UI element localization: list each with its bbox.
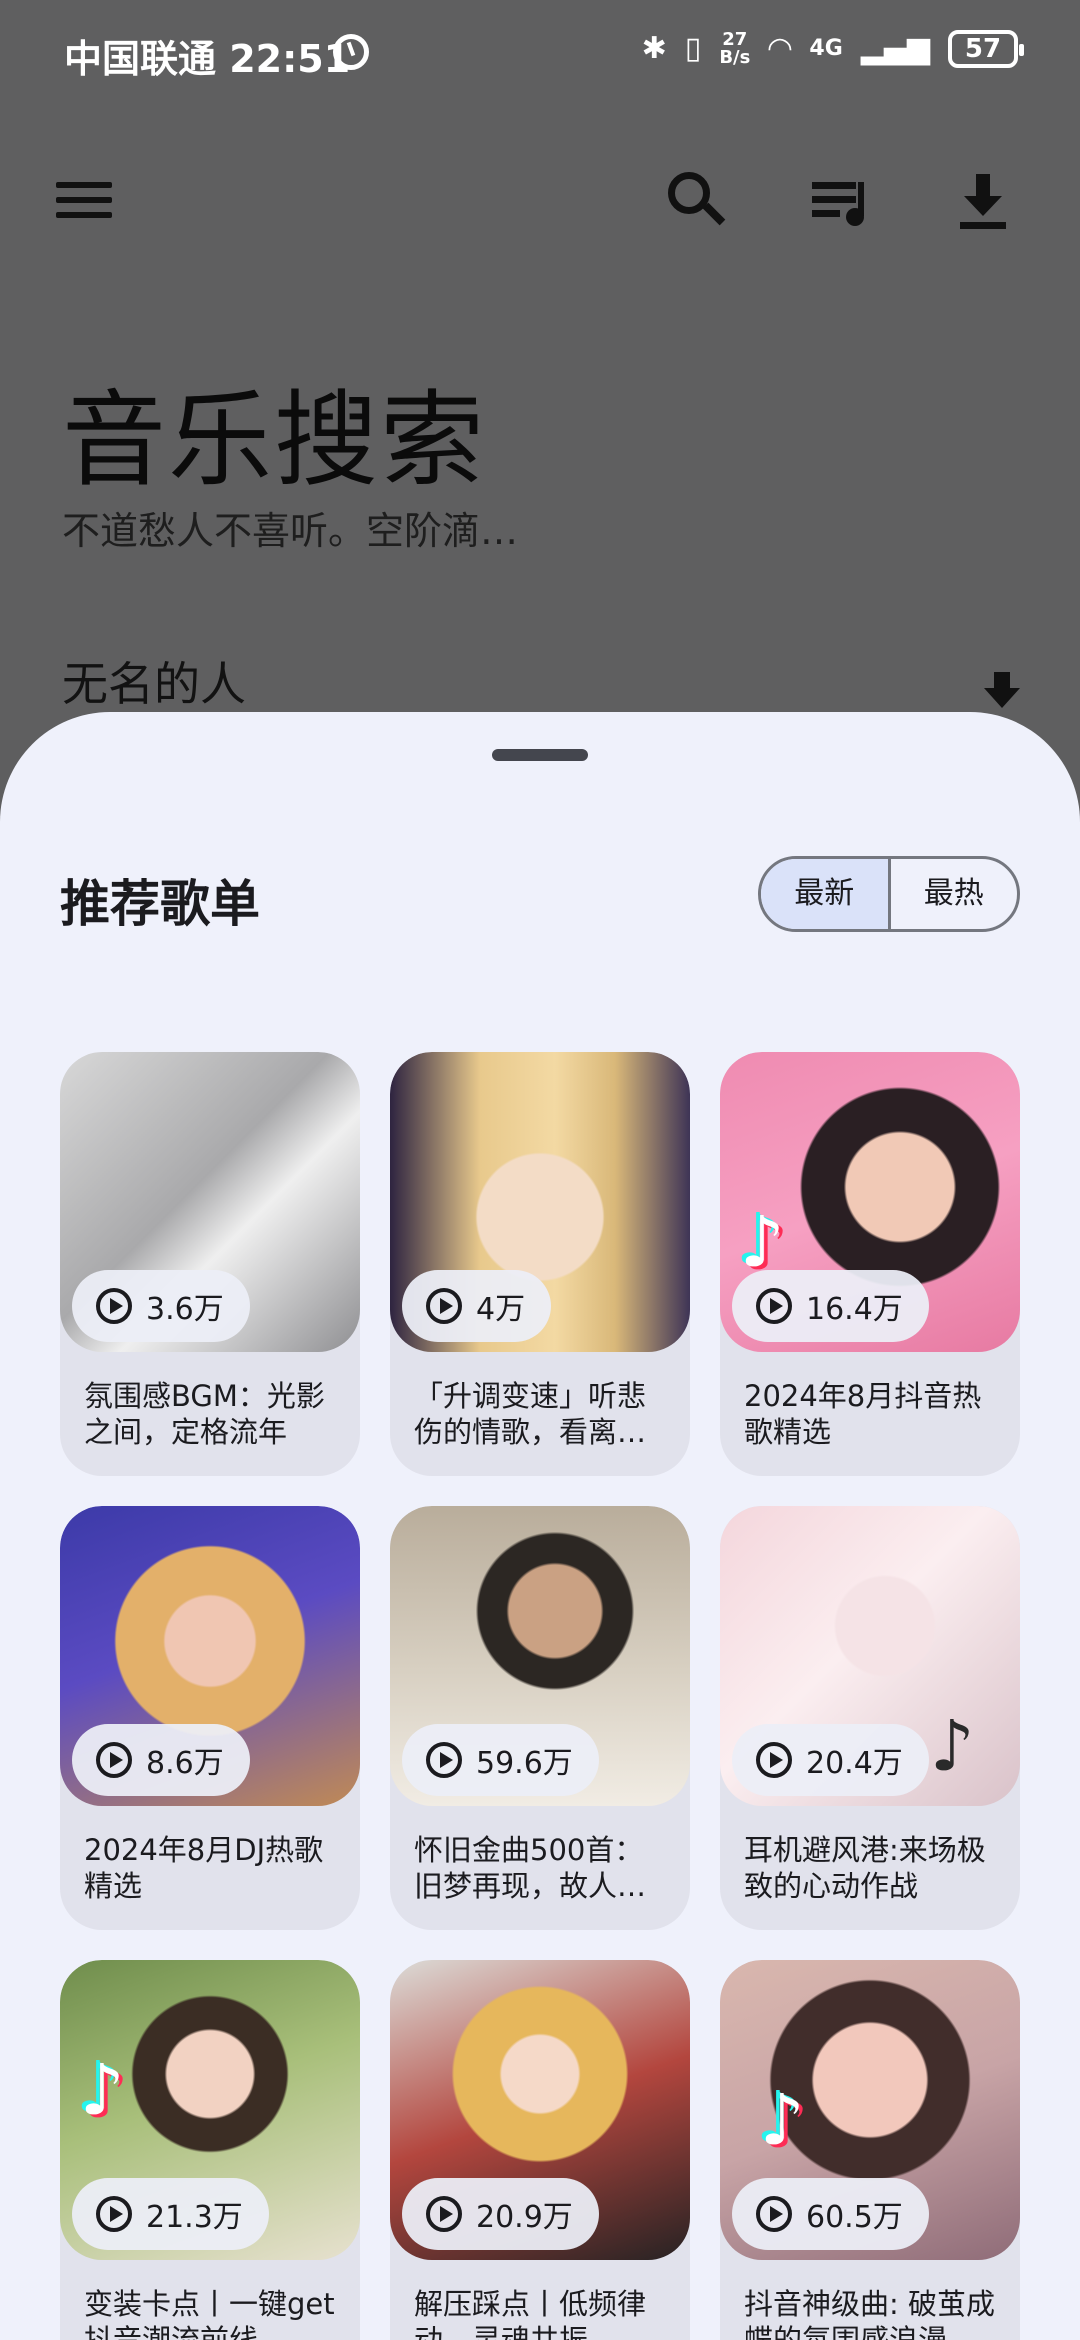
playlist-cover: 59.6万 — [390, 1506, 690, 1806]
sheet-title: 推荐歌单 — [60, 875, 260, 933]
playlist-cover: ♪ 20.4万 — [720, 1506, 1020, 1806]
play-count-badge: 59.6万 — [402, 1724, 599, 1796]
playlist-card[interactable]: 4万 「升调变速」听悲伤的情歌，看离… — [390, 1052, 690, 1476]
queue-music-icon[interactable] — [812, 178, 872, 228]
signal-label: 4G — [809, 36, 843, 61]
search-icon[interactable] — [668, 172, 726, 230]
playlist-title: 2024年8月DJ热歌精选 — [84, 1833, 324, 1903]
bluetooth-icon: ✱ — [641, 31, 667, 66]
play-circle-icon — [96, 1288, 132, 1324]
play-circle-icon — [426, 2196, 462, 2232]
playlist-card[interactable]: 3.6万 氛围感BGM：光影之间，定格流年 — [60, 1052, 360, 1476]
play-circle-icon — [426, 1288, 462, 1324]
signal-icon: ▂▄▆ — [860, 31, 930, 66]
battery-icon: 57 — [948, 30, 1024, 68]
playlist-card[interactable]: ♪ 60.5万 抖音神级曲: 破茧成蝶的氛围感浪漫 — [720, 1960, 1020, 2340]
play-count: 60.5万 — [806, 2200, 903, 2235]
playlist-cover: ♪ 60.5万 — [720, 1960, 1020, 2260]
play-circle-icon — [756, 1742, 792, 1778]
playlist-title: 变装卡点丨一键get抖音潮流前线 — [84, 2287, 335, 2340]
sort-segmented-control: 最新 最热 — [758, 856, 1020, 932]
play-circle-icon — [426, 1742, 462, 1778]
playlist-card[interactable]: ♪ 20.4万 耳机避风港:来场极致的心动作战 — [720, 1506, 1020, 1930]
recommend-sheet: 推荐歌单 最新 最热 3.6万 氛围感BGM：光影之间，定格流年 4万 「升调变… — [0, 712, 1080, 2340]
play-count-badge: 3.6万 — [72, 1270, 250, 1342]
playlist-cover: 4万 — [390, 1052, 690, 1352]
playlist-title: 怀旧金曲500首：旧梦再现，故人… — [414, 1833, 647, 1903]
playlist-card[interactable]: 8.6万 2024年8月DJ热歌精选 — [60, 1506, 360, 1930]
status-right: ✱ ▯ 27 B/s ◠ 4G ▂▄▆ 57 — [641, 30, 1024, 68]
play-count-badge: 16.4万 — [732, 1270, 929, 1342]
tiktok-logo-icon: ♪ — [930, 1705, 975, 1787]
play-count: 20.4万 — [806, 1746, 903, 1781]
playlist-cover: ♪ 21.3万 — [60, 1960, 360, 2260]
lyric-subtitle: 不道愁人不喜听。空阶滴… — [62, 509, 519, 553]
play-count: 3.6万 — [146, 1292, 224, 1327]
tiktok-logo-icon: ♪ — [80, 2049, 125, 2131]
download-icon[interactable] — [958, 172, 1008, 230]
playlist-card[interactable]: ♪ 16.4万 2024年8月抖音热歌精选 — [720, 1052, 1020, 1476]
playlist-title: 耳机避风港:来场极致的心动作战 — [744, 1833, 986, 1903]
play-count-badge: 4万 — [402, 1270, 552, 1342]
playlist-card[interactable]: ♪ 21.3万 变装卡点丨一键get抖音潮流前线 — [60, 1960, 360, 2340]
play-count: 21.3万 — [146, 2200, 243, 2235]
page-title: 音乐搜索 — [62, 379, 487, 501]
playlist-title: 2024年8月抖音热歌精选 — [744, 1379, 982, 1449]
playlist-title: 「升调变速」听悲伤的情歌，看离… — [414, 1379, 647, 1449]
play-circle-icon — [96, 2196, 132, 2232]
playlist-card[interactable]: 59.6万 怀旧金曲500首：旧梦再现，故人… — [390, 1506, 690, 1930]
play-count-badge: 21.3万 — [72, 2178, 269, 2250]
vibrate-icon: ▯ — [684, 31, 702, 66]
current-song-name[interactable]: 无名的人 — [62, 648, 246, 714]
playlist-cover: 8.6万 — [60, 1506, 360, 1806]
wifi-icon: ◠ — [768, 31, 792, 66]
top-app-bar — [0, 160, 1080, 240]
play-count-badge: 20.9万 — [402, 2178, 599, 2250]
play-count-badge: 20.4万 — [732, 1724, 929, 1796]
playlist-cover: 3.6万 — [60, 1052, 360, 1352]
play-count: 16.4万 — [806, 1292, 903, 1327]
menu-icon[interactable] — [56, 182, 112, 218]
play-circle-icon — [756, 1288, 792, 1324]
playlist-title: 抖音神级曲: 破茧成蝶的氛围感浪漫 — [744, 2287, 995, 2340]
play-circle-icon — [756, 2196, 792, 2232]
sort-tab-hottest[interactable]: 最热 — [891, 859, 1018, 929]
play-count: 20.9万 — [476, 2200, 573, 2235]
carrier-time: 中国联通 22:51 — [64, 37, 351, 81]
playlist-cover: 20.9万 — [390, 1960, 690, 2260]
tiktok-logo-icon: ♪ — [760, 2079, 805, 2161]
play-count: 4万 — [476, 1292, 526, 1327]
playlist-card[interactable]: 20.9万 解压踩点丨低频律动，灵魂共振 — [390, 1960, 690, 2340]
alarm-icon — [333, 34, 369, 70]
net-speed: 27 B/s — [719, 31, 750, 67]
net-speed-unit: B/s — [719, 47, 751, 68]
background-page: 中国联通 22:51 ✱ ▯ 27 B/s ◠ 4G ▂▄▆ 57 音乐搜索 不… — [0, 0, 1080, 740]
status-bar: 中国联通 22:51 ✱ ▯ 27 B/s ◠ 4G ▂▄▆ 57 — [0, 0, 1080, 110]
play-count-badge: 8.6万 — [72, 1724, 250, 1796]
play-count: 8.6万 — [146, 1746, 224, 1781]
song-download-icon[interactable] — [980, 672, 1024, 712]
playlist-grid: 3.6万 氛围感BGM：光影之间，定格流年 4万 「升调变速」听悲伤的情歌，看离… — [60, 1052, 1020, 2340]
sort-tab-newest[interactable]: 最新 — [761, 859, 891, 929]
play-circle-icon — [96, 1742, 132, 1778]
play-count-badge: 60.5万 — [732, 2178, 929, 2250]
drag-handle[interactable] — [492, 749, 588, 761]
playlist-cover: ♪ 16.4万 — [720, 1052, 1020, 1352]
playlist-title: 氛围感BGM：光影之间，定格流年 — [84, 1379, 325, 1449]
playlist-title: 解压踩点丨低频律动，灵魂共振 — [414, 2287, 647, 2340]
play-count: 59.6万 — [476, 1746, 573, 1781]
